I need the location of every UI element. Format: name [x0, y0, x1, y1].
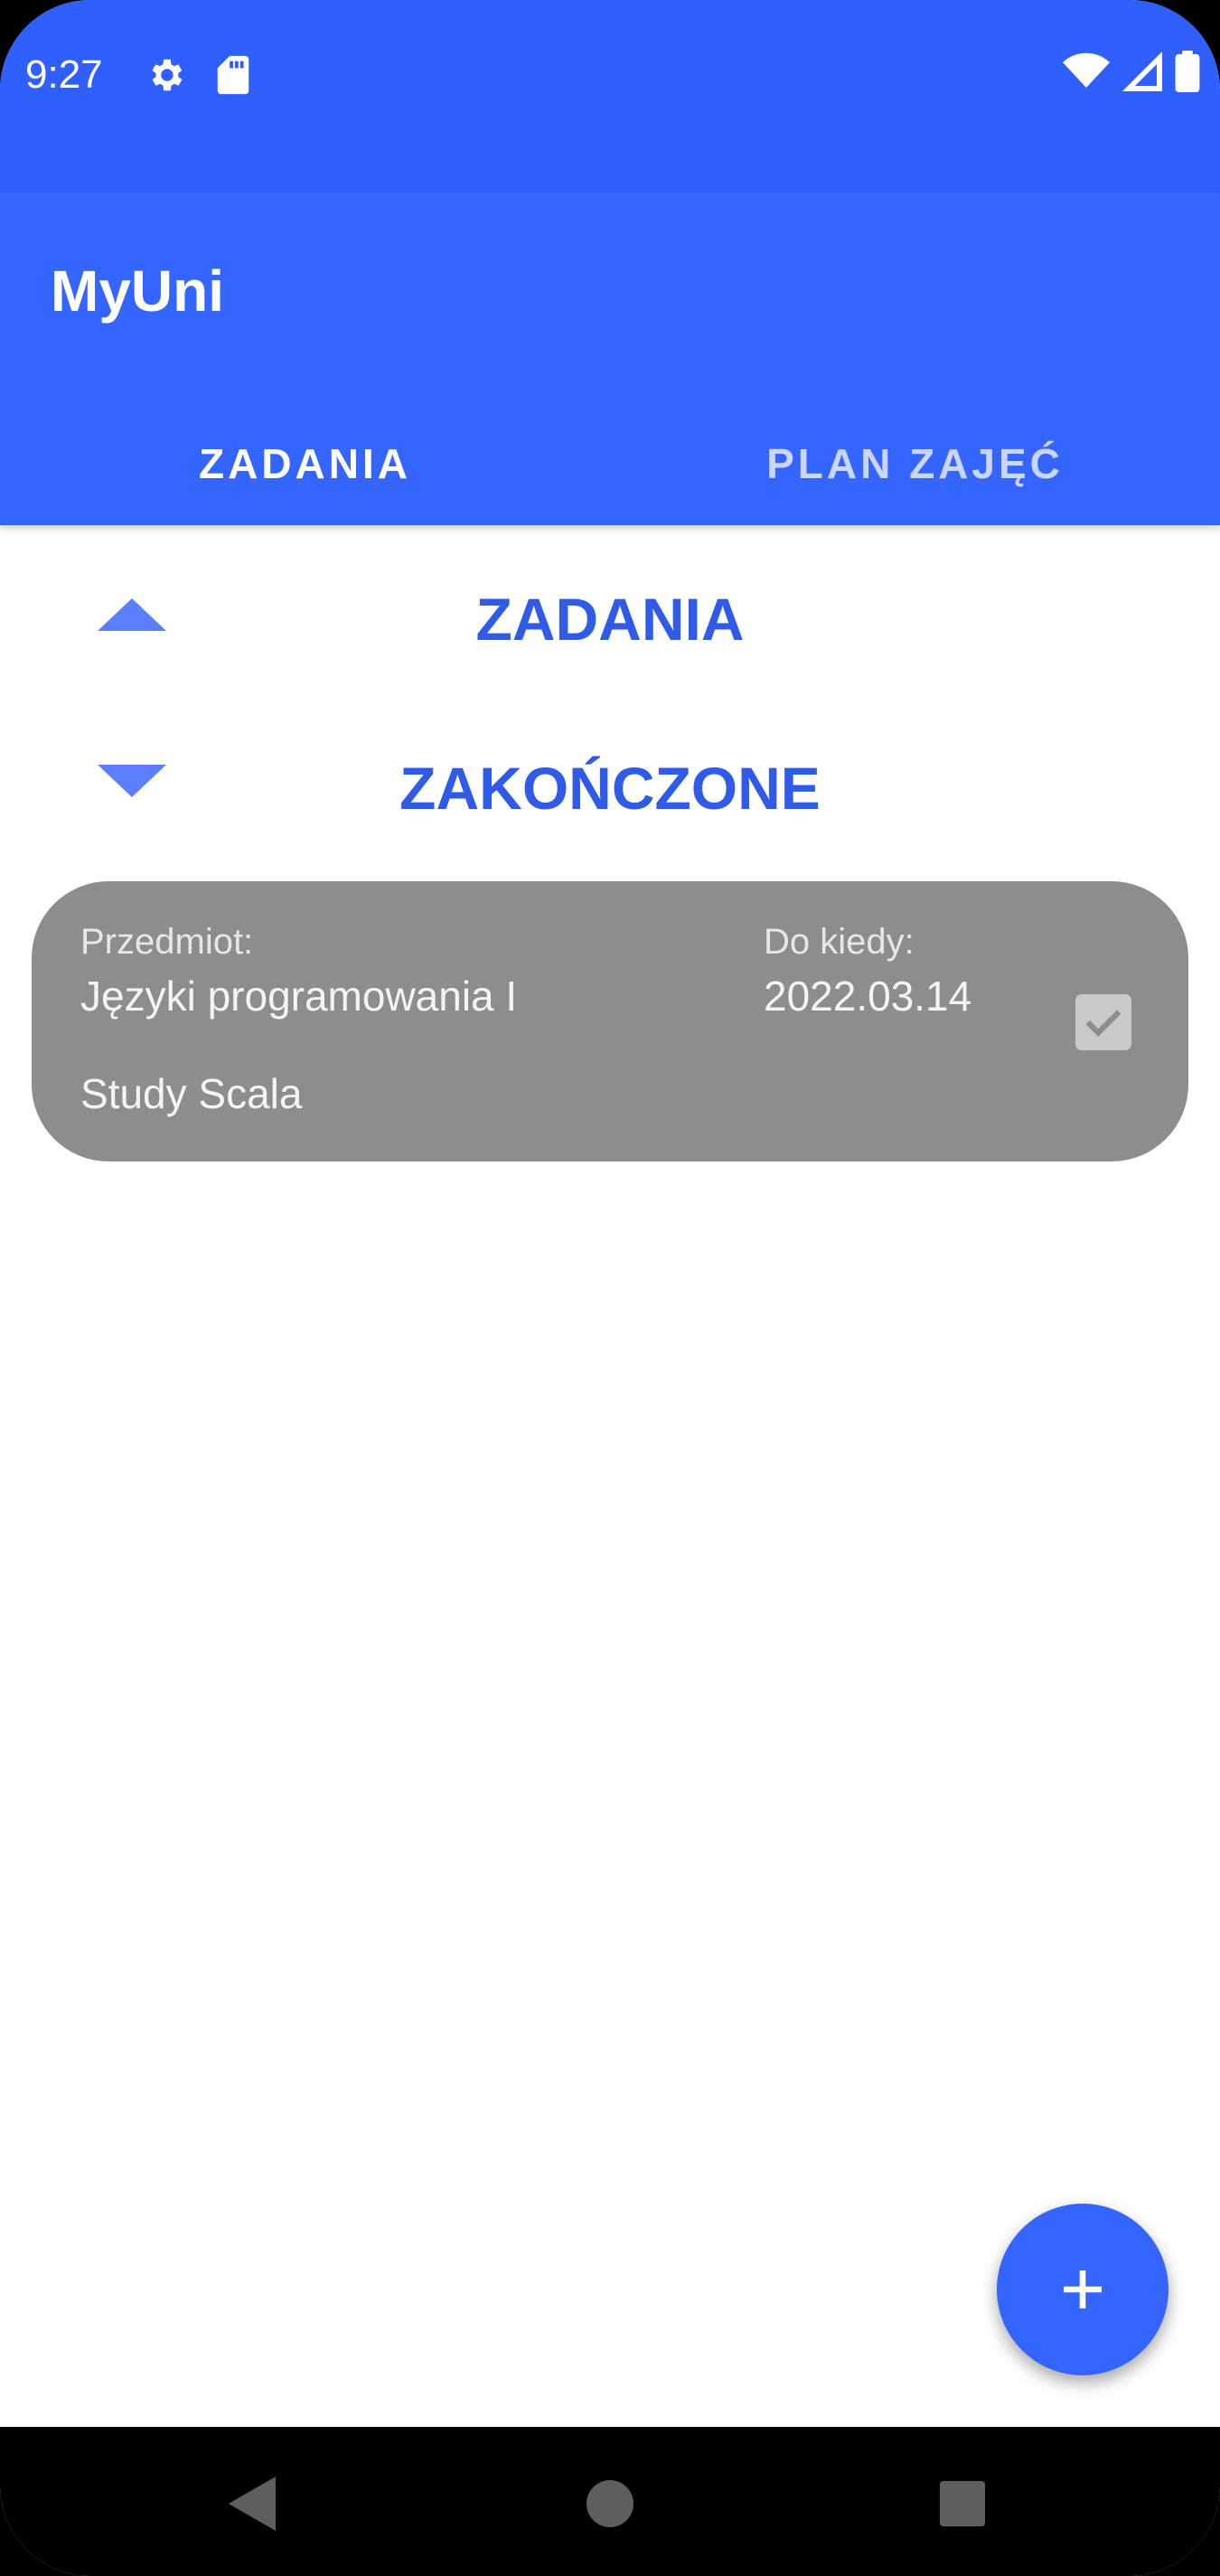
due-value: 2022.03.14: [764, 973, 972, 1020]
back-icon[interactable]: [222, 2472, 286, 2535]
task-card[interactable]: Przedmiot: Języki programowania I Do kie…: [32, 881, 1188, 1161]
due-label: Do kiedy:: [764, 922, 915, 962]
section-zadania[interactable]: ZADANIA: [0, 565, 1220, 664]
section-title-zadania: ZADANIA: [475, 586, 745, 653]
done-checkbox[interactable]: [1075, 994, 1131, 1050]
signal-icon: [1122, 51, 1162, 96]
check-icon: [1085, 1010, 1121, 1037]
app-title: MyUni: [51, 259, 224, 324]
tab-zadania[interactable]: ZADANIA: [0, 418, 610, 509]
recents-icon[interactable]: [931, 2472, 994, 2535]
subject-label: Przedmiot:: [80, 922, 254, 962]
tab-indicator: [0, 518, 610, 525]
status-time: 9:27: [25, 52, 103, 97]
phone-screen: 9:27 MyUni ZADANIA PLAN ZAJĘĆ ZADANIA ZA…: [0, 0, 1220, 2576]
home-icon[interactable]: [578, 2472, 642, 2535]
sd-card-icon: [215, 54, 251, 100]
task-description: Study Scala: [80, 1070, 303, 1117]
wifi-icon: [1063, 52, 1110, 95]
status-bar: 9:27: [0, 0, 1220, 193]
add-task-button[interactable]: [997, 2204, 1168, 2375]
section-title-zakonczone: ZAKOŃCZONE: [399, 755, 821, 822]
tab-plan-zajec[interactable]: PLAN ZAJĘĆ: [610, 418, 1220, 509]
settings-icon: [145, 54, 186, 100]
navigation-bar: [0, 2427, 1220, 2576]
subject-value: Języki programowania I: [80, 973, 518, 1020]
section-zakonczone[interactable]: ZAKOŃCZONE: [0, 734, 1220, 833]
status-icons: [1063, 50, 1200, 97]
app-bar: MyUni ZADANIA PLAN ZAJĘĆ: [0, 193, 1220, 525]
plus-icon: [1064, 2270, 1102, 2308]
battery-icon: [1175, 50, 1200, 97]
